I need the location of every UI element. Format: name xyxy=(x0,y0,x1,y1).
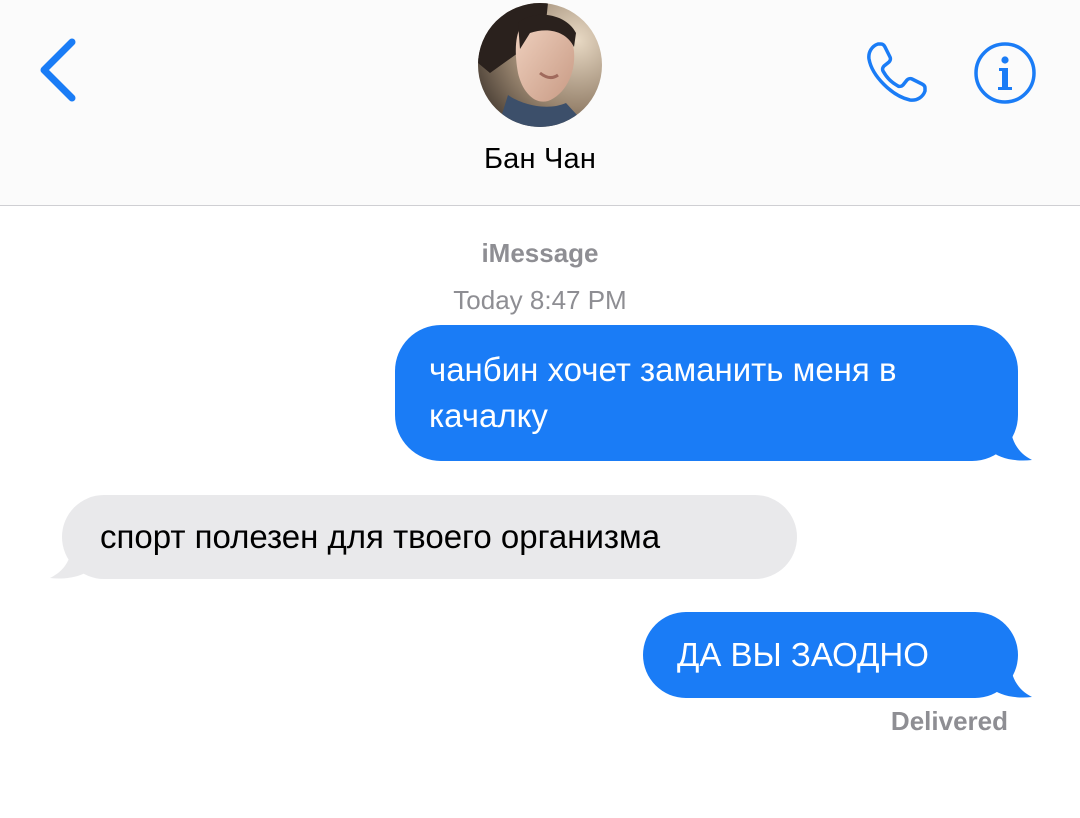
messages-screen: Бан Чан iMessage Today 8:47 PM чанбин хо… xyxy=(0,0,1080,818)
outgoing-message-bubble[interactable]: чанбин хочет заманить меня в качалку xyxy=(395,325,1018,461)
outgoing-message-bubble[interactable]: ДА ВЫ ЗАОДНО xyxy=(643,612,1018,698)
contact-avatar[interactable] xyxy=(478,3,602,127)
call-button[interactable] xyxy=(862,38,932,108)
avatar-photo xyxy=(478,3,602,127)
contact-name[interactable]: Бан Чан xyxy=(0,143,1080,176)
service-label: iMessage xyxy=(481,238,599,268)
message-timestamp: Today 8:47 PM xyxy=(453,285,627,315)
conversation-header: Бан Чан xyxy=(0,0,1080,206)
chevron-left-icon xyxy=(40,38,76,102)
incoming-bubble-tail xyxy=(50,540,92,579)
info-button[interactable] xyxy=(972,40,1038,106)
incoming-message-bubble[interactable]: спорт полезен для твоего организма xyxy=(62,495,797,579)
delivery-status: Delivered xyxy=(890,706,1008,736)
back-button[interactable] xyxy=(30,30,90,110)
outgoing-bubble-tail xyxy=(990,420,1032,461)
outgoing-bubble-tail xyxy=(990,657,1032,698)
info-icon xyxy=(974,42,1036,104)
phone-icon xyxy=(867,42,927,102)
